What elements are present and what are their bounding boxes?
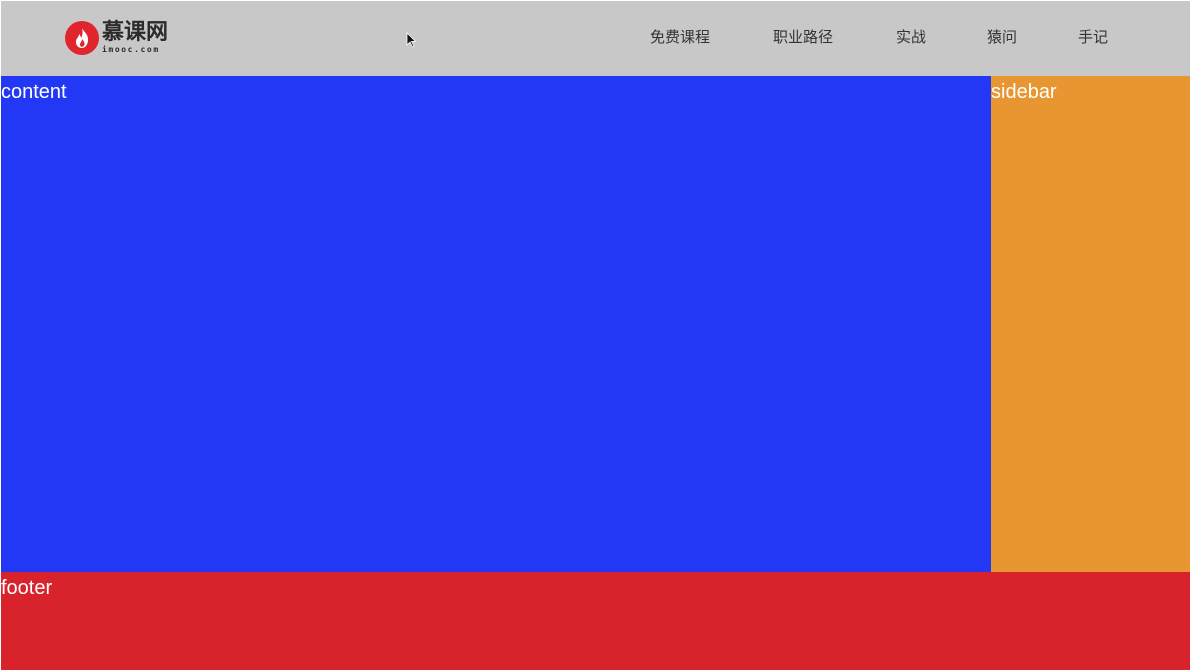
site-logo[interactable]: 慕课网 imooc.com <box>65 19 168 57</box>
nav-item-notes[interactable]: 手记 <box>1078 27 1108 47</box>
header: 慕课网 imooc.com 免费课程 职业路径 实战 猿问 手记 <box>1 1 1190 76</box>
flame-icon <box>65 21 99 55</box>
footer-label: footer <box>1 577 53 599</box>
footer-region: footer <box>1 572 1190 670</box>
content-label: content <box>1 81 67 103</box>
content-region: content <box>1 76 991 572</box>
logo-domain: imooc.com <box>102 45 160 54</box>
sidebar-region: sidebar <box>991 76 1190 572</box>
nav-item-qa[interactable]: 猿问 <box>987 27 1017 47</box>
page-frame: 慕课网 imooc.com 免费课程 职业路径 实战 猿问 手记 content… <box>1 1 1190 670</box>
mouse-cursor-icon <box>406 32 417 48</box>
logo-name: 慕课网 <box>102 20 169 45</box>
nav-item-free-courses[interactable]: 免费课程 <box>650 27 710 47</box>
nav-item-career-path[interactable]: 职业路径 <box>773 27 833 47</box>
sidebar-label: sidebar <box>991 81 1057 103</box>
nav-item-practice[interactable]: 实战 <box>896 27 926 47</box>
